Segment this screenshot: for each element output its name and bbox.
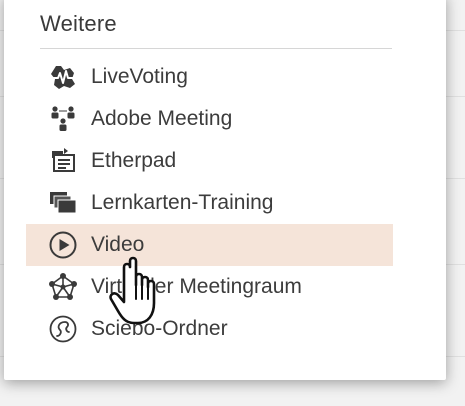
etherpad-icon	[48, 146, 78, 176]
menu-item-livevoting[interactable]: LiveVoting	[26, 56, 393, 98]
menu-item-label: LiveVoting	[91, 65, 188, 88]
livevoting-icon	[48, 62, 78, 92]
menu-item-video[interactable]: Video	[26, 224, 393, 266]
menu-item-label: Lernkarten-Training	[91, 191, 274, 214]
menu-item-label: Sciebo-Ordner	[91, 317, 228, 340]
menu-item-etherpad[interactable]: Etherpad	[26, 140, 393, 182]
people-group-icon	[48, 104, 78, 134]
menu-item-list: LiveVoting Adobe Meeting Etherpad Lernka…	[26, 56, 393, 350]
stacked-cards-icon	[48, 188, 78, 218]
menu-item-virtueller-meetingraum[interactable]: Virtueller Meetingraum	[26, 266, 393, 308]
menu-item-sciebo-ordner[interactable]: Sciebo-Ordner	[26, 308, 393, 350]
network-hub-icon	[48, 272, 78, 302]
menu-item-adobe-meeting[interactable]: Adobe Meeting	[26, 98, 393, 140]
menu-item-label: Adobe Meeting	[91, 107, 233, 130]
play-circle-icon	[48, 230, 78, 260]
dropdown-menu: Weitere LiveVoting Adobe Meeting Etherpa…	[4, 0, 446, 380]
menu-item-label: Etherpad	[91, 149, 177, 172]
menu-divider	[40, 48, 392, 49]
sciebo-cloud-icon	[48, 314, 78, 344]
menu-item-label: Video	[91, 233, 145, 256]
menu-item-lernkarten-training[interactable]: Lernkarten-Training	[26, 182, 393, 224]
menu-section-title: Weitere	[40, 11, 117, 36]
menu-item-label: Virtueller Meetingraum	[91, 275, 302, 298]
